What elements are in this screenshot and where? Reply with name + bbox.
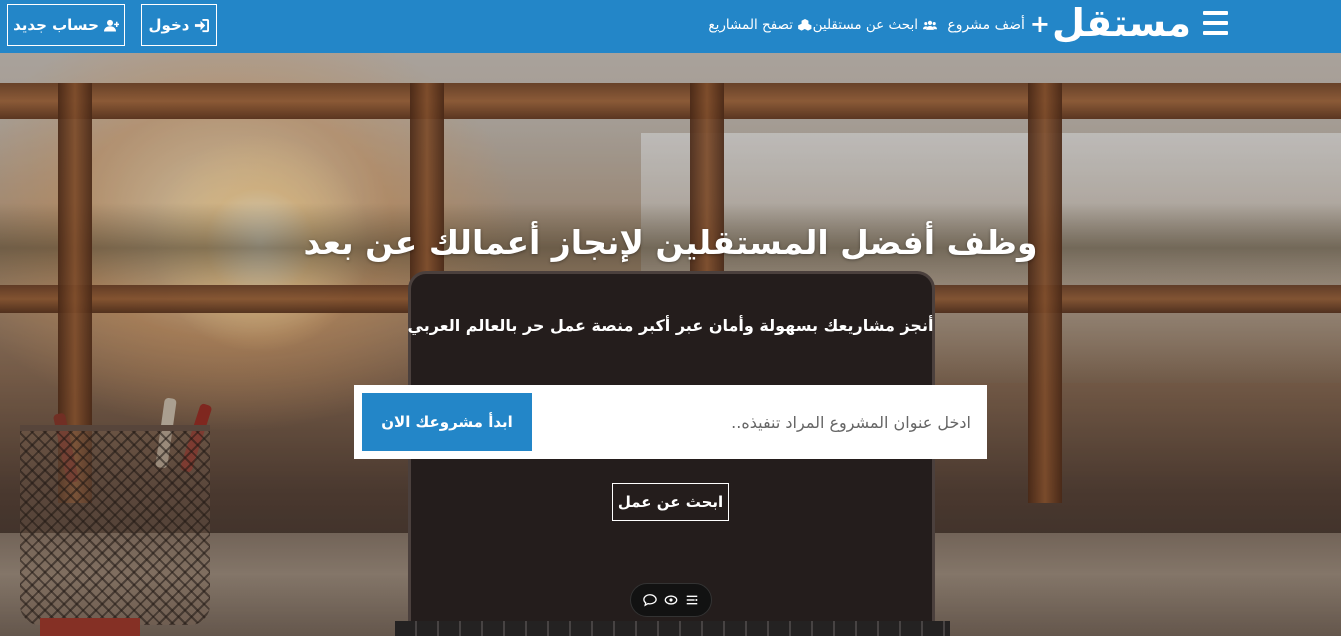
site-logo[interactable]: مستقل xyxy=(1052,0,1191,50)
project-title-input[interactable] xyxy=(541,403,971,441)
nav-find-freelancers-label: ابحث عن مستقلين xyxy=(812,17,918,33)
nav-add-project-label: أضف مشروع xyxy=(947,17,1025,33)
hero-section: وظف أفضل المستقلين لإنجاز أعمالك عن بعد … xyxy=(0,53,1341,636)
register-label: حساب جديد xyxy=(13,16,99,34)
hero-overlay xyxy=(0,53,1341,636)
eye-icon[interactable] xyxy=(664,593,678,607)
nav-add-project[interactable]: + أضف مشروع xyxy=(947,0,1050,50)
user-plus-icon xyxy=(103,19,119,31)
top-navbar: حساب جديد دخول مستقل + أضف مشروع ابحث عن… xyxy=(0,0,1341,53)
start-project-button[interactable]: ابدأ مشروعك الان xyxy=(362,393,532,451)
find-work-button[interactable]: ابحث عن عمل xyxy=(612,483,729,521)
list-icon[interactable] xyxy=(685,593,699,607)
cubes-icon xyxy=(798,19,812,31)
nav-browse-projects-label: تصفح المشاريع xyxy=(708,17,793,33)
users-icon xyxy=(923,20,937,30)
project-search-form: ابدأ مشروعك الان xyxy=(354,385,987,459)
hero-title: وظف أفضل المستقلين لإنجاز أعمالك عن بعد xyxy=(303,223,1038,262)
plus-icon: + xyxy=(1029,9,1050,38)
floating-toolbar xyxy=(630,583,712,617)
login-button[interactable]: دخول xyxy=(141,4,217,46)
nav-find-freelancers[interactable]: ابحث عن مستقلين xyxy=(813,0,937,50)
chat-icon[interactable] xyxy=(642,593,657,607)
hero-subtitle: أنجز مشاريعك بسهولة وأمان عبر أكبر منصة … xyxy=(407,316,934,335)
hamburger-menu-icon[interactable] xyxy=(1203,11,1228,37)
login-label: دخول xyxy=(148,16,190,34)
sign-in-icon xyxy=(195,18,210,32)
nav-browse-projects[interactable]: تصفح المشاريع xyxy=(708,0,812,50)
register-button[interactable]: حساب جديد xyxy=(7,4,125,46)
